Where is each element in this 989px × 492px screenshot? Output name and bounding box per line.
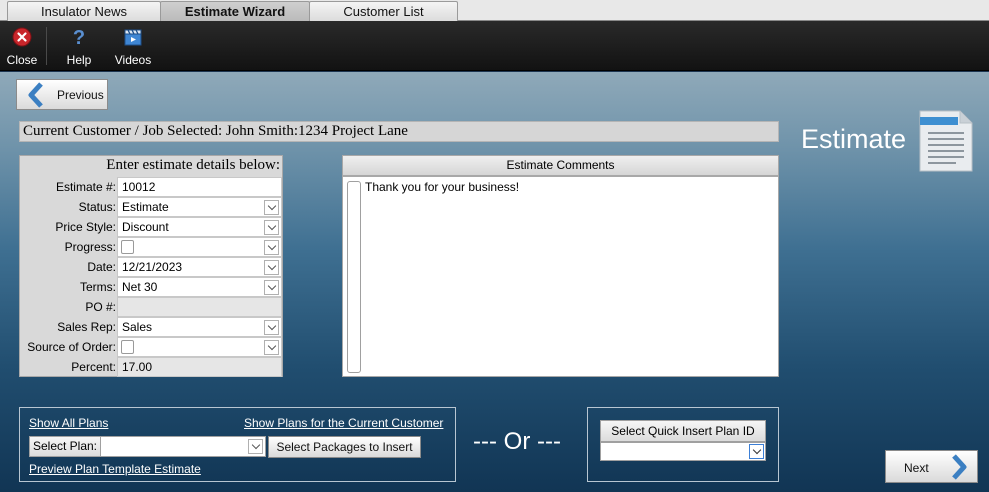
chevron-right-icon (952, 454, 967, 480)
field-price-style: Price Style: Discount (20, 217, 282, 237)
estimate-details-panel: Enter estimate details below: Estimate #… (19, 155, 283, 377)
quick-insert-button[interactable]: Select Quick Insert Plan ID (600, 420, 766, 442)
sales-rep-value: Sales (122, 320, 153, 334)
comments-scrollbar[interactable] (347, 181, 361, 373)
videos-button[interactable]: Videos (110, 21, 156, 71)
select-packages-button[interactable]: Select Packages to Insert (268, 436, 421, 458)
chevron-down-icon[interactable] (264, 200, 279, 215)
price-style-value: Discount (122, 220, 169, 234)
previous-label: Previous (57, 88, 104, 102)
videos-label: Videos (114, 53, 152, 67)
quick-insert-select[interactable] (600, 442, 766, 461)
field-po-number: PO #: (20, 297, 282, 317)
chevron-down-icon[interactable] (264, 260, 279, 275)
chevron-down-icon[interactable] (264, 320, 279, 335)
field-progress: Progress: (20, 237, 282, 257)
field-date: Date: 12/21/2023 (20, 257, 282, 277)
field-label: PO #: (85, 300, 116, 314)
sales-rep-select[interactable]: Sales (117, 317, 282, 337)
chevron-down-icon[interactable] (264, 340, 279, 355)
field-label: Terms: (80, 280, 116, 294)
wizard-panel: Previous Current Customer / Job Selected… (0, 72, 989, 492)
status-select[interactable]: Estimate (117, 197, 282, 217)
percent-input[interactable]: 17.00 (117, 357, 282, 377)
chevron-down-icon[interactable] (264, 240, 279, 255)
field-terms: Terms: Net 30 (20, 277, 282, 297)
field-label: Source of Order: (27, 340, 116, 354)
select-plan-combo[interactable]: Select Plan: (29, 436, 266, 457)
comments-text: Thank you for your business! (365, 180, 520, 194)
estimate-number-input[interactable]: 10012 (117, 177, 282, 197)
chevron-down-icon[interactable] (264, 280, 279, 295)
price-style-select[interactable]: Discount (117, 217, 282, 237)
current-customer-bar: Current Customer / Job Selected: John Sm… (19, 121, 779, 142)
field-source-of-order: Source of Order: (20, 337, 282, 357)
details-header: Enter estimate details below: (106, 157, 280, 173)
field-label: Percent: (71, 360, 116, 374)
terms-select[interactable]: Net 30 (117, 277, 282, 297)
po-number-input[interactable] (117, 297, 282, 317)
chevron-down-icon[interactable] (749, 444, 764, 459)
estimate-document-icon (919, 110, 973, 172)
source-of-order-select[interactable] (117, 337, 282, 357)
help-label: Help (66, 53, 92, 67)
terms-value: Net 30 (122, 280, 158, 294)
field-label: Progress: (64, 240, 116, 254)
page-title: Estimate (801, 124, 907, 154)
show-all-plans-link[interactable]: Show All Plans (29, 416, 108, 430)
chevron-left-icon (28, 82, 43, 108)
field-percent: Percent: 17.00 (20, 357, 282, 377)
toolbar-separator (46, 27, 47, 65)
date-value: 12/21/2023 (122, 260, 183, 274)
date-picker[interactable]: 12/21/2023 (117, 257, 282, 277)
or-separator: --- Or --- (473, 428, 561, 455)
comments-textarea[interactable]: Thank you for your business! (342, 176, 779, 377)
next-label: Next (904, 461, 929, 475)
comments-header: Estimate Comments (342, 155, 779, 176)
field-status: Status: Estimate (20, 197, 282, 217)
toolbar: Close ? Help Videos (0, 21, 989, 71)
field-label: Sales Rep: (57, 320, 116, 334)
tab-insulator-news[interactable]: Insulator News (7, 1, 161, 21)
select-plan-label: Select Plan: (30, 437, 101, 456)
status-value: Estimate (122, 200, 169, 214)
field-label: Status: (78, 200, 116, 214)
tab-customer-list[interactable]: Customer List (309, 1, 458, 21)
field-label: Estimate #: (55, 180, 116, 194)
field-sales-rep: Sales Rep: Sales (20, 317, 282, 337)
progress-select[interactable] (117, 237, 282, 257)
question-icon: ? (73, 27, 85, 47)
field-estimate-number: Estimate #: 10012 (20, 177, 282, 197)
tab-bar: Insulator News Estimate Wizard Customer … (0, 0, 989, 22)
close-button[interactable]: Close (0, 21, 44, 71)
close-circle-icon (12, 27, 32, 47)
clapperboard-icon (124, 29, 142, 46)
svg-text:?: ? (73, 27, 85, 47)
field-label: Date: (87, 260, 116, 274)
help-button[interactable]: ? Help (58, 21, 100, 71)
source-of-order-checkbox[interactable] (121, 340, 134, 354)
field-label: Price Style: (55, 220, 116, 234)
next-button[interactable]: Next (885, 450, 978, 483)
progress-checkbox[interactable] (121, 240, 134, 254)
show-customer-plans-link[interactable]: Show Plans for the Current Customer (244, 416, 443, 430)
chevron-down-icon[interactable] (248, 439, 263, 454)
close-label: Close (6, 53, 38, 67)
tab-estimate-wizard[interactable]: Estimate Wizard (160, 1, 310, 22)
chevron-down-icon[interactable] (264, 220, 279, 235)
previous-button[interactable]: Previous (16, 79, 108, 110)
preview-plan-link[interactable]: Preview Plan Template Estimate (29, 462, 201, 476)
